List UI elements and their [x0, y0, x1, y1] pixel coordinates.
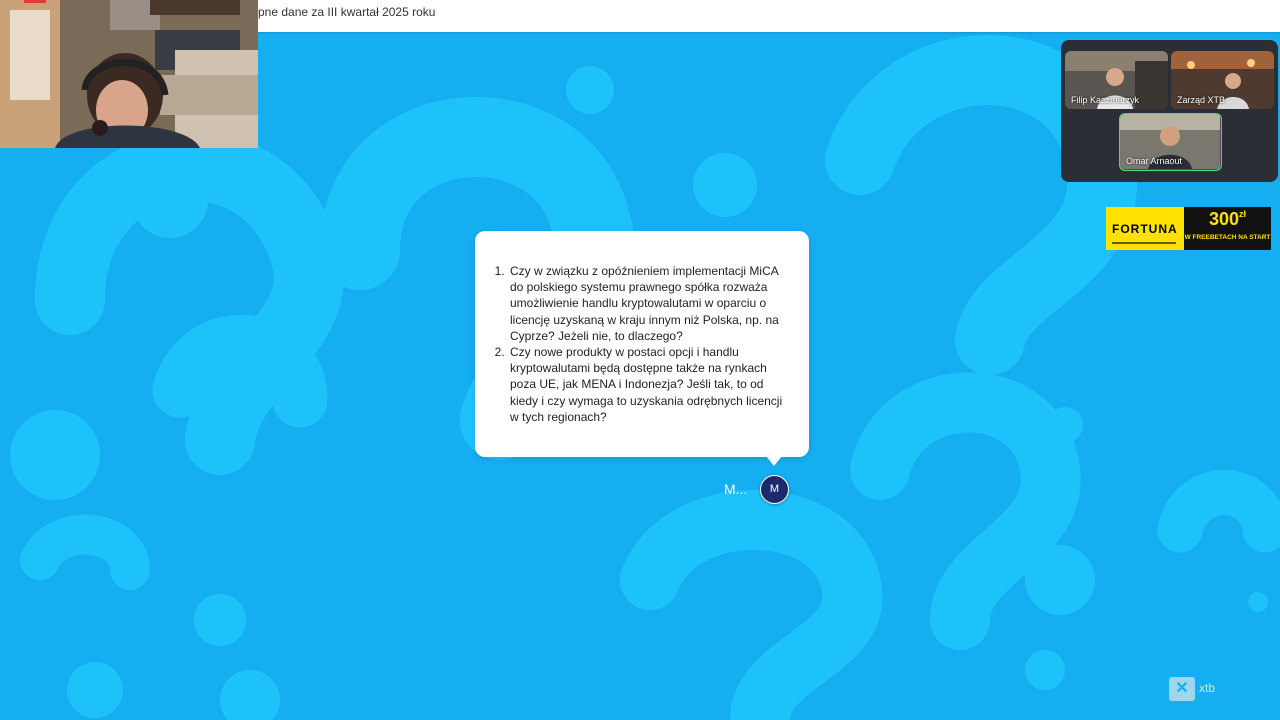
participants-panel: Filip Kaczmarzyk Zarząd XTB Omar Arnaout [1061, 40, 1278, 182]
question-author-name: M... [724, 481, 748, 497]
presenter-video-icon [0, 0, 258, 148]
sponsor-subtitle: W FREEBETACH NA START [1184, 234, 1271, 241]
participant-name: Zarząd XTB [1177, 95, 1226, 105]
sponsor-currency: zł [1239, 209, 1247, 219]
participant-tile-active-speaker[interactable]: Omar Arnaout [1119, 113, 1222, 171]
question-list: Czy w związku z opóźnieniem implementacj… [475, 263, 783, 425]
sponsor-brand: FORTUNA [1112, 222, 1178, 236]
xtb-logo-text: xtb [1199, 681, 1216, 695]
question-item: Czy w związku z opóźnieniem implementacj… [508, 263, 783, 344]
xtb-logo-icon: ✕ [1169, 677, 1195, 701]
sponsor-banner[interactable]: FORTUNA 300zł W FREEBETACH NA START [1106, 207, 1271, 250]
sponsor-amount: 300zł [1184, 209, 1271, 230]
participant-name: Omar Arnaout [1126, 156, 1183, 166]
author-avatar: M [760, 475, 789, 504]
participant-tile[interactable]: Zarząd XTB [1171, 51, 1274, 109]
sponsor-fine-print [1112, 242, 1176, 244]
question-bubble: Czy w związku z opóźnieniem implementacj… [475, 231, 809, 457]
question-bubble-tail [766, 456, 782, 466]
question-item: Czy nowe produkty w postaci opcji i hand… [508, 344, 783, 425]
sponsor-amount-value: 300 [1208, 209, 1240, 229]
participant-name: Filip Kaczmarzyk [1071, 95, 1140, 105]
participant-tile[interactable]: Filip Kaczmarzyk [1065, 51, 1168, 109]
sponsor-offer-box: 300zł W FREEBETACH NA START [1184, 207, 1271, 250]
presenter-webcam [0, 0, 258, 148]
live-indicator [24, 0, 46, 3]
stream-title: pne dane za III kwartał 2025 roku [258, 5, 436, 19]
